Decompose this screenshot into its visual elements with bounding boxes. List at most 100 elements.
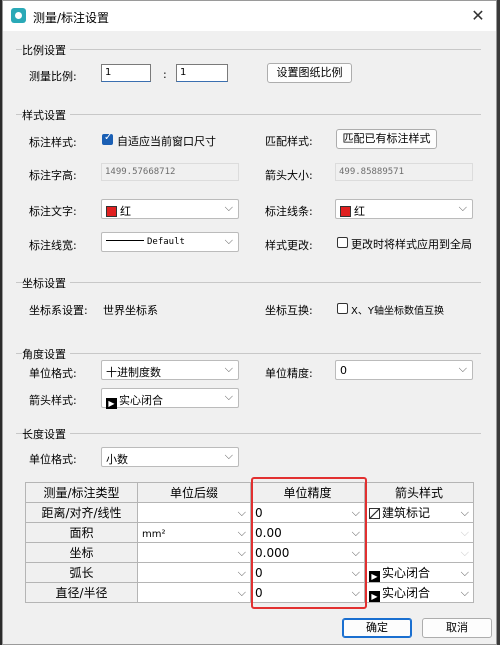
chevron-down-icon: ⌵ (458, 201, 467, 214)
arrow-cell: ⌵ (364, 522, 474, 543)
scale-right-input[interactable]: 1 (176, 64, 228, 82)
apply-all-label: 更改时将样式应用到全局 (351, 238, 472, 251)
suffix-cell[interactable]: ⌵ (137, 542, 251, 563)
angle-precision-label: 单位精度: (265, 367, 313, 380)
arrow-size-label: 箭头大小: (265, 169, 313, 182)
angle-precision-value: 0 (340, 364, 347, 377)
style-group-title: 样式设置 (22, 107, 70, 123)
chevron-down-icon: ⌵ (224, 234, 233, 247)
window-title: 测量/标注设置 (33, 11, 110, 25)
scale-left-input[interactable]: 1 (101, 64, 151, 82)
apply-all-checkbox[interactable] (337, 237, 348, 248)
chevron-down-icon: ⌵ (224, 449, 233, 462)
chevron-down-icon: ⌵ (460, 566, 469, 579)
title-bar: 测量/标注设置 ✕ (3, 1, 496, 31)
row-type: 距离/对齐/线性 (25, 502, 138, 523)
scale-group-title: 比例设置 (22, 42, 70, 58)
length-unit-format-value: 小数 (106, 453, 128, 466)
red-swatch-icon (106, 206, 117, 217)
arrow-size-field: 499.85889571 (335, 163, 473, 181)
suffix-cell[interactable]: ⌵ (137, 502, 251, 523)
scale-group-line (16, 49, 481, 50)
chevron-down-icon: ⌵ (224, 201, 233, 214)
angle-unit-format-value: 十进制度数 (106, 366, 161, 379)
text-color-label: 标注文字: (29, 205, 77, 218)
coord-group-title: 坐标设置 (22, 275, 70, 291)
chevron-down-icon: ⌵ (460, 586, 469, 599)
arrow-cell[interactable]: ▶ 实心闭合 ⌵ (364, 562, 474, 583)
coord-system-label: 坐标系设置: (29, 304, 88, 317)
length-unit-format-select[interactable]: 小数 ⌵ (101, 447, 239, 467)
chevron-down-icon: ⌵ (237, 526, 246, 539)
row-type: 直径/半径 (25, 582, 138, 603)
line-color-value: 红 (354, 205, 365, 218)
arrow-cell[interactable]: 建筑标记 ⌵ (364, 502, 474, 523)
suffix-value (138, 546, 142, 560)
coord-swap-check-label: X、Y轴坐标数值互换 (351, 306, 444, 317)
angle-unit-format-select[interactable]: 十进制度数 ⌵ (101, 360, 239, 380)
arrow-cell[interactable]: ▶ 实心闭合 ⌵ (364, 582, 474, 603)
table-row: 距离/对齐/线性 ⌵ 0 ⌵ 建筑标记 ⌵ (25, 502, 474, 523)
length-group-line (16, 433, 481, 434)
style-group-line (16, 114, 481, 115)
table-row: 弧长 ⌵ 0 ⌵ ▶ 实心闭合 ⌵ (25, 562, 474, 583)
suffix-value (138, 566, 142, 580)
match-style-label: 匹配样式: (265, 135, 313, 148)
length-unit-format-label: 单位格式: (29, 453, 77, 466)
set-drawing-scale-button[interactable]: 设置图纸比例 (267, 63, 352, 83)
red-swatch-icon (340, 206, 351, 217)
coord-swap-checkbox[interactable] (337, 303, 348, 314)
auto-fit-checkbox[interactable] (102, 132, 113, 145)
table-row: 直径/半径 ⌵ 0 ⌵ ▶ 实心闭合 ⌵ (25, 582, 474, 603)
text-color-value: 红 (120, 205, 131, 218)
angle-group-title: 角度设置 (22, 346, 70, 362)
angle-arrow-style-label: 箭头样式: (29, 394, 77, 407)
chevron-down-icon: ⌵ (460, 546, 469, 559)
line-color-select[interactable]: 红 ⌵ (335, 199, 473, 219)
row-type: 面积 (25, 522, 138, 543)
chevron-down-icon: ⌵ (237, 566, 246, 579)
coord-system-value: 世界坐标系 (103, 304, 158, 317)
angle-group-line (16, 353, 481, 354)
match-style-button[interactable]: 匹配已有标注样式 (336, 129, 437, 149)
length-group-title: 长度设置 (22, 426, 70, 442)
app-icon (11, 8, 26, 23)
text-height-label: 标注字高: (29, 169, 77, 182)
suffix-value: mm² (142, 528, 166, 540)
architectural-tick-icon (369, 508, 380, 519)
line-width-label: 标注线宽: (29, 239, 77, 252)
arrow-value: 实心闭合 (382, 585, 431, 600)
arrow-value: 实心闭合 (382, 565, 431, 580)
table-row: 面积 mm² ⌵ 0.00 ⌵ ⌵ (25, 522, 474, 543)
angle-unit-format-label: 单位格式: (29, 367, 77, 380)
text-height-field: 1499.57668712 (101, 163, 239, 181)
settings-dialog: 测量/标注设置 ✕ 比例设置 测量比例: 1 : 1 设置图纸比例 样式设置 标… (2, 0, 497, 645)
arrow-value: 建筑标记 (382, 506, 431, 520)
dim-style-label: 标注样式: (29, 136, 77, 149)
line-color-label: 标注线条: (265, 205, 313, 218)
angle-precision-select[interactable]: 0 ⌵ (335, 360, 473, 380)
scale-label: 测量比例: (29, 70, 77, 83)
coord-swap-label: 坐标互换: (265, 304, 313, 317)
scale-separator: : (163, 68, 167, 81)
close-icon[interactable]: ✕ (468, 6, 488, 26)
line-width-value: Default (147, 237, 185, 247)
column-header: 测量/标注类型 (25, 482, 138, 503)
line-width-select[interactable]: Default ⌵ (101, 232, 239, 252)
closed-filled-arrow-icon: ▶ (106, 398, 117, 409)
suffix-cell[interactable]: mm² ⌵ (137, 522, 251, 543)
chevron-down-icon: ⌵ (237, 546, 246, 559)
auto-fit-label: 自适应当前窗口尺寸 (117, 135, 216, 148)
text-color-select[interactable]: 红 ⌵ (101, 199, 239, 219)
chevron-down-icon: ⌵ (224, 362, 233, 375)
ok-button[interactable]: 确定 (342, 618, 412, 638)
coord-group-line (16, 282, 481, 283)
chevron-down-icon: ⌵ (460, 506, 469, 519)
suffix-cell[interactable]: ⌵ (137, 582, 251, 603)
closed-filled-arrow-icon: ▶ (369, 570, 380, 582)
angle-arrow-style-select[interactable]: ▶ 实心闭合 ⌵ (101, 388, 239, 409)
closed-filled-arrow-icon: ▶ (369, 590, 380, 602)
suffix-value (138, 506, 142, 520)
suffix-cell[interactable]: ⌵ (137, 562, 251, 583)
cancel-button[interactable]: 取消 (422, 618, 492, 638)
